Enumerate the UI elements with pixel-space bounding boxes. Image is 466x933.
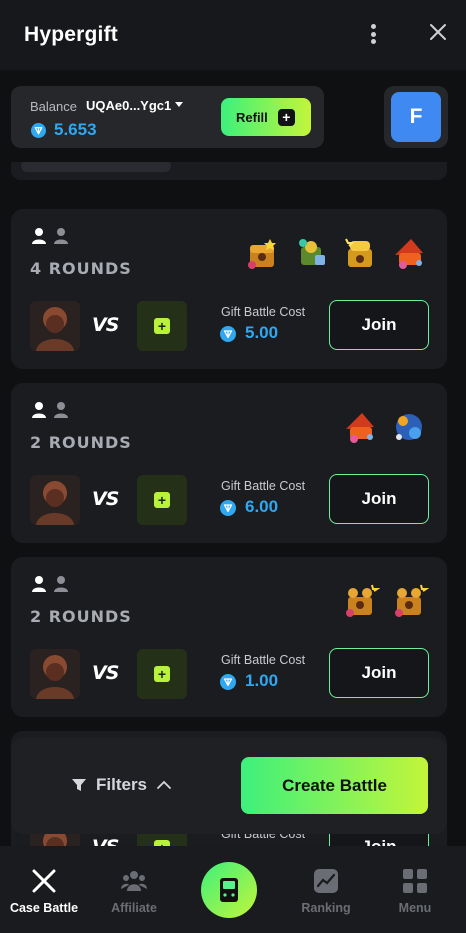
plus-icon: + <box>154 492 170 508</box>
join-button[interactable]: Join <box>329 648 429 698</box>
chart-icon <box>314 869 338 893</box>
cost-value: 6.00 <box>245 497 279 516</box>
header: Hypergift <box>0 0 466 70</box>
player-slots <box>31 227 69 245</box>
app-title: Hypergift <box>24 23 118 46</box>
join-slot[interactable]: + <box>137 301 187 351</box>
nav-ranking[interactable]: Ranking <box>286 846 366 933</box>
vs-label: VS <box>92 836 119 846</box>
vs-label: VS <box>92 662 119 684</box>
filter-icon <box>72 779 86 791</box>
battle-card: 2 ROUNDS VS + Gift Battle Cost 6.00 Join <box>11 383 447 543</box>
ton-icon <box>220 500 236 516</box>
people-icon <box>121 871 147 891</box>
filters-label: Filters <box>96 775 148 794</box>
more-options-icon[interactable] <box>364 22 382 46</box>
gift-blue-dragon-icon <box>396 414 422 440</box>
rounds-label: 2 ROUNDS <box>30 607 132 626</box>
join-slot[interactable]: + <box>137 649 187 699</box>
cost-label: Gift Battle Cost <box>221 305 306 319</box>
avatar[interactable]: F <box>391 92 441 142</box>
nav-label: Affiliate <box>111 901 157 915</box>
player-icon <box>32 228 46 244</box>
gift-list <box>340 407 429 447</box>
join-slot[interactable]: + <box>137 475 187 525</box>
ton-icon <box>220 326 236 342</box>
plus-icon: + <box>154 666 170 682</box>
gift-red-cap-icon <box>395 239 423 269</box>
plus-icon: + <box>277 108 295 126</box>
cost-label: Gift Battle Cost <box>221 479 306 493</box>
gift-list <box>340 581 429 621</box>
filters-toggle[interactable]: Filters <box>71 762 172 808</box>
grid-icon <box>403 869 427 893</box>
gameboy-icon <box>220 878 238 902</box>
wallet-address[interactable]: UQAe0...Ygc1 <box>86 98 171 113</box>
ton-icon <box>220 674 236 690</box>
swords-icon <box>32 869 56 893</box>
nav-label: Ranking <box>301 901 351 915</box>
player-avatar[interactable] <box>30 301 80 351</box>
chevron-up-icon <box>157 780 171 789</box>
create-battle-button[interactable]: Create Battle <box>241 757 428 814</box>
action-dock: Filters Create Battle <box>11 738 447 834</box>
gift-box-icon <box>299 239 325 265</box>
balance-card: Balance UQAe0...Ygc1 5.653 Refill + <box>11 86 324 148</box>
nav-menu[interactable]: Menu <box>375 846 455 933</box>
balance-amount: 5.653 <box>54 120 97 139</box>
nav-label: Menu <box>398 901 432 915</box>
empty-player-icon <box>54 576 68 592</box>
app-root: Hypergift Balance UQAe0...Ygc1 5.653 Ref… <box>0 0 466 933</box>
gift-list <box>242 233 429 273</box>
battle-card: 2 ROUNDS VS + Gift Battle Cost 1.00 Join <box>11 557 447 717</box>
nav-case-battle[interactable]: Case Battle <box>0 846 88 933</box>
cost-value: 1.00 <box>245 671 279 690</box>
player-slots <box>31 575 69 593</box>
player-slots <box>31 401 69 419</box>
empty-player-icon <box>54 402 68 418</box>
battle-card: 4 ROUNDS VS + Gift Battle Cost 5.00 Join <box>11 209 447 369</box>
cost-label: Gift Battle Cost <box>221 653 306 667</box>
gift-chest-icon <box>248 239 276 269</box>
gift-teddy-chest-icon <box>346 584 380 617</box>
gift-gold-icon <box>345 238 372 267</box>
player-avatar[interactable] <box>30 475 80 525</box>
profile-box[interactable]: F <box>384 86 448 148</box>
plus-icon: + <box>154 318 170 334</box>
vs-label: VS <box>92 314 119 336</box>
balance-label: Balance <box>30 99 77 114</box>
rounds-label: 2 ROUNDS <box>30 433 132 452</box>
gift-red-cap-icon <box>346 413 374 443</box>
nav-affiliate[interactable]: Affiliate <box>89 846 179 933</box>
join-button[interactable]: Join <box>329 474 429 524</box>
empty-player-icon <box>54 228 68 244</box>
join-button[interactable]: Join <box>329 300 429 350</box>
ton-icon <box>31 123 46 138</box>
nav-play-button[interactable] <box>201 862 257 918</box>
gift-teddy-chest-icon <box>395 584 429 617</box>
vs-label: VS <box>92 488 119 510</box>
player-icon <box>32 576 46 592</box>
bottom-nav: Case Battle Affiliate Ranking Menu <box>0 846 466 933</box>
refill-button[interactable]: Refill + <box>221 98 311 136</box>
rounds-label: 4 ROUNDS <box>30 259 132 278</box>
cost-value: 5.00 <box>245 323 279 342</box>
player-avatar[interactable] <box>30 649 80 699</box>
refill-label: Refill <box>236 109 268 125</box>
close-icon[interactable] <box>426 20 450 44</box>
chevron-down-icon[interactable] <box>175 102 183 107</box>
player-icon <box>32 402 46 418</box>
wallet-bar: Balance UQAe0...Ygc1 5.653 Refill + F <box>0 70 466 162</box>
nav-label: Case Battle <box>9 901 79 915</box>
previous-card-peek <box>11 162 447 180</box>
